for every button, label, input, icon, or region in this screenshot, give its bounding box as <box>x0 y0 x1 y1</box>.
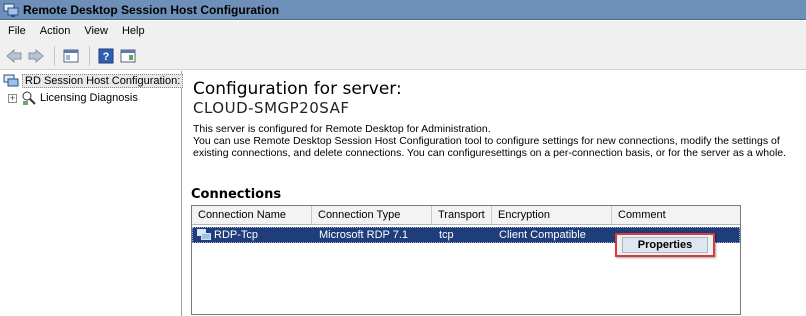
help-icon[interactable]: ? <box>96 46 116 66</box>
title-bar: Remote Desktop Session Host Configuratio… <box>0 0 806 20</box>
context-menu: Properties <box>615 233 715 257</box>
tree-expander[interactable]: + <box>8 93 17 103</box>
cell-connection-name: RDP-Tcp <box>193 228 313 242</box>
description-line-1: This server is configured for Remote Des… <box>193 123 491 135</box>
column-header-comment[interactable]: Comment <box>612 206 740 224</box>
window-title: Remote Desktop Session Host Configuratio… <box>23 2 280 17</box>
description: This server is configured for Remote Des… <box>193 123 803 159</box>
cell-connection-name-text: RDP-Tcp <box>214 229 259 241</box>
column-header-connection-name[interactable]: Connection Name <box>192 206 312 224</box>
menu-file[interactable]: File <box>0 21 33 42</box>
tree-child-label: Licensing Diagnosis <box>40 92 138 104</box>
tree-item-licensing-diagnosis[interactable]: + Licensing Diagnosis <box>8 90 138 106</box>
console-tree: RD Session Host Configuration: + Licensi… <box>0 71 184 316</box>
menu-help[interactable]: Help <box>115 21 152 42</box>
column-header-transport[interactable]: Transport <box>432 206 492 224</box>
licensing-diagnosis-icon <box>21 90 37 106</box>
back-arrow-icon[interactable] <box>4 46 24 66</box>
remote-desktop-app-icon <box>3 2 19 18</box>
toolbar-separator <box>89 45 90 66</box>
properties-menu-item[interactable]: Properties <box>622 237 708 253</box>
tree-root-label: RD Session Host Configuration: <box>22 74 184 88</box>
cell-transport: tcp <box>439 229 454 241</box>
column-header-encryption[interactable]: Encryption <box>492 206 612 224</box>
menu-bar: File Action View Help <box>0 21 806 42</box>
page-title: Configuration for server: <box>193 79 402 99</box>
rd-config-icon <box>3 73 19 89</box>
connections-title: Connections <box>191 187 282 202</box>
connections-table: Connection Name Connection Type Transpor… <box>191 205 741 315</box>
description-line-2: You can use Remote Desktop Session Host … <box>193 135 787 159</box>
main-content: Configuration for server: CLOUD-SMGP20SA… <box>183 71 806 316</box>
menu-action[interactable]: Action <box>33 21 78 42</box>
action-pane-icon[interactable] <box>118 46 138 66</box>
svg-text:?: ? <box>103 51 110 63</box>
server-name: CLOUD-SMGP20SAF <box>193 99 350 117</box>
cell-connection-type: Microsoft RDP 7.1 <box>319 229 409 241</box>
tree-item-rd-session-host-configuration[interactable]: RD Session Host Configuration: <box>3 73 184 89</box>
cell-encryption: Client Compatible <box>499 229 586 241</box>
toolbar-separator <box>54 45 55 66</box>
menu-view[interactable]: View <box>77 21 115 42</box>
connection-icon <box>197 229 211 241</box>
toolbar: ? <box>0 42 806 70</box>
show-hide-console-tree-icon[interactable] <box>61 46 81 66</box>
forward-arrow-icon[interactable] <box>26 46 46 66</box>
column-header-connection-type[interactable]: Connection Type <box>312 206 432 224</box>
table-header: Connection Name Connection Type Transpor… <box>192 206 740 225</box>
